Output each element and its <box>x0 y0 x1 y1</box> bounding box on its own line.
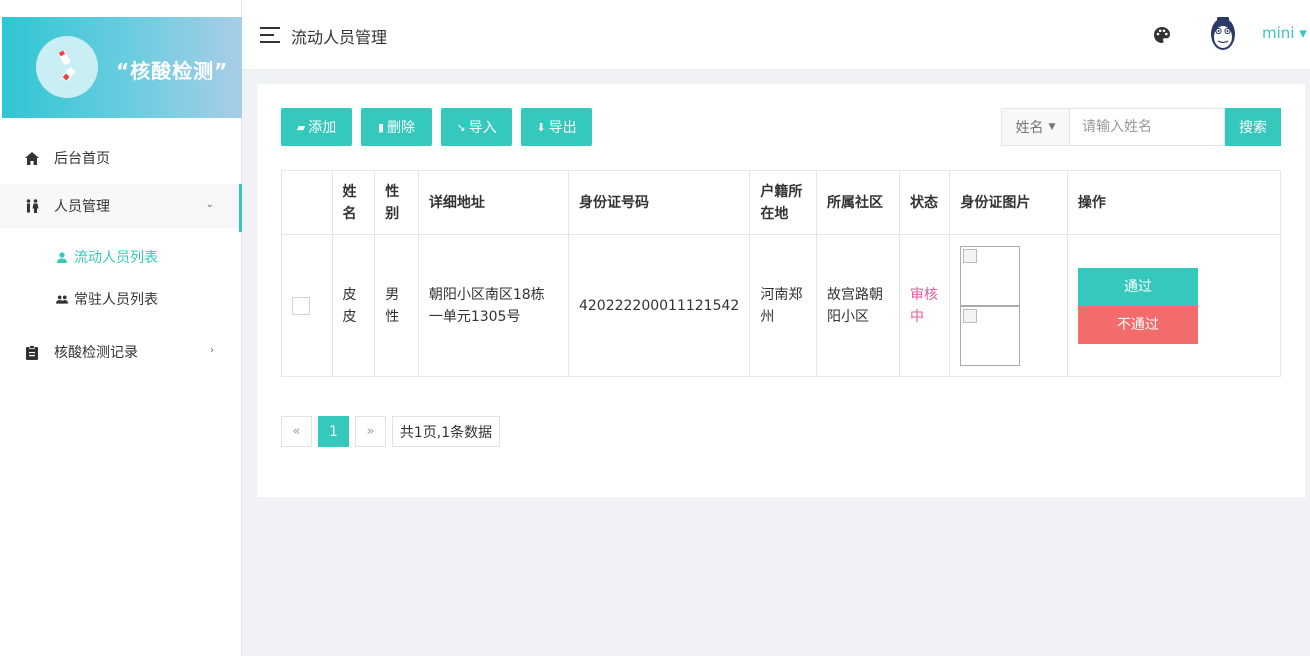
delete-button[interactable]: ▮ 删除 <box>361 108 432 146</box>
header-gender: 性别 <box>374 170 419 235</box>
search-group: 姓名▼ 搜索 <box>1001 108 1281 146</box>
table-header-row: 姓名 性别 详细地址 身份证号码 户籍所在地 所属社区 状态 身份证图片 操作 <box>281 170 1282 235</box>
pager-next[interactable]: » <box>355 416 386 447</box>
id-card-back-image[interactable] <box>960 305 1021 366</box>
group-icon <box>56 293 68 305</box>
sidebar-subitem-label: 流动人员列表 <box>74 250 158 266</box>
cell-select <box>281 234 333 377</box>
people-icon <box>24 198 40 214</box>
top-header: 流动人员管理 mini ▾ <box>242 0 1310 70</box>
search-input[interactable] <box>1069 108 1225 146</box>
export-button[interactable]: ⬇ 导出 <box>521 108 592 146</box>
sidebar-item-label: 人员管理 <box>54 199 110 215</box>
brand-banner: “核酸检测” <box>2 17 242 118</box>
content-card: ▰添加 ▮删除 ↘导入 ⬇导出 姓名▼ 搜索 姓名 性别 详细地址 身份证号码 … <box>257 84 1305 497</box>
search-field-select[interactable]: 姓名 ▼ <box>1001 108 1069 146</box>
home-icon <box>24 150 40 166</box>
id-card-front-image[interactable] <box>960 245 1021 306</box>
page-title: 流动人员管理 <box>291 28 388 47</box>
header-select <box>281 170 333 235</box>
cell-id-images <box>949 234 1068 377</box>
approve-button[interactable]: 通过 <box>1077 267 1198 306</box>
cell-hukou: 河南郑州 <box>749 234 818 377</box>
cell-id-number: 420222200011121542 <box>567 234 751 377</box>
import-icon: ↘ <box>456 120 466 134</box>
table-row: 皮皮 男性 朝阳小区南区18栋一单元1305号 4202222000111215… <box>281 234 1282 377</box>
clipboard-icon <box>24 344 40 360</box>
row-checkbox[interactable] <box>292 296 310 315</box>
sidebar-subitem-resident-list[interactable]: 常驻人员列表 <box>0 278 242 320</box>
pager-current[interactable]: 1 <box>318 416 349 447</box>
sidebar-subitem-label: 常驻人员列表 <box>74 292 158 308</box>
menu-toggle-icon[interactable] <box>260 27 280 43</box>
reject-button[interactable]: 不通过 <box>1077 305 1198 344</box>
sidebar-item-home[interactable]: 后台首页 <box>0 136 242 180</box>
avatar[interactable] <box>1208 14 1238 52</box>
cell-gender: 男性 <box>374 234 419 377</box>
pager-summary: 共1页,1条数据 <box>392 416 500 447</box>
header-actions: 操作 <box>1066 170 1282 235</box>
header-address: 详细地址 <box>417 170 569 235</box>
sidebar-item-label: 后台首页 <box>54 151 110 167</box>
palette-icon[interactable] <box>1152 25 1172 45</box>
download-icon: ⬇ <box>536 120 546 134</box>
brand-title: “核酸检测” <box>116 59 229 83</box>
sidebar-item-label: 核酸检测记录 <box>54 345 138 361</box>
add-button[interactable]: ▰ 添加 <box>281 108 352 146</box>
status-badge: 审核中 <box>899 234 951 377</box>
cell-community: 故宫路朝阳小区 <box>816 234 901 377</box>
sidebar-item-nucleic-records[interactable]: 核酸检测记录 › <box>0 330 242 374</box>
chevron-right-icon: › <box>210 345 214 356</box>
personnel-table: 姓名 性别 详细地址 身份证号码 户籍所在地 所属社区 状态 身份证图片 操作 … <box>281 170 1282 377</box>
pager-prev[interactable]: « <box>281 416 312 447</box>
cell-actions: 通过 不通过 <box>1066 234 1282 377</box>
header-id-image: 身份证图片 <box>949 170 1068 235</box>
folder-add-icon: ▰ <box>296 120 306 134</box>
header-hukou: 户籍所在地 <box>749 170 818 235</box>
header-status: 状态 <box>899 170 951 235</box>
sidebar-menu: 后台首页 人员管理 ⌄ 流动人员列表 常驻人员列表 核酸检测记录 › <box>0 136 242 374</box>
brand-logo <box>36 36 98 98</box>
cell-address: 朝阳小区南区18栋一单元1305号 <box>417 234 569 377</box>
sidebar-item-personnel[interactable]: 人员管理 ⌄ <box>0 184 242 232</box>
user-menu[interactable]: mini ▾ <box>1262 24 1307 42</box>
header-name: 姓名 <box>331 170 376 235</box>
header-id-number: 身份证号码 <box>567 170 751 235</box>
chevron-down-icon: ⌄ <box>205 199 214 210</box>
sidebar-subitem-floating-list[interactable]: 流动人员列表 <box>0 236 242 278</box>
person-icon <box>56 251 68 263</box>
header-community: 所属社区 <box>816 170 901 235</box>
trash-icon: ▮ <box>377 120 385 134</box>
caret-down-icon: ▼ <box>1048 122 1056 132</box>
import-button[interactable]: ↘ 导入 <box>441 108 512 146</box>
cell-name: 皮皮 <box>331 234 376 377</box>
sidebar: “核酸检测” 后台首页 人员管理 ⌄ 流动人员列表 常驻人员列表 核酸检测记录 … <box>0 0 242 656</box>
search-button[interactable]: 搜索 <box>1225 108 1281 146</box>
